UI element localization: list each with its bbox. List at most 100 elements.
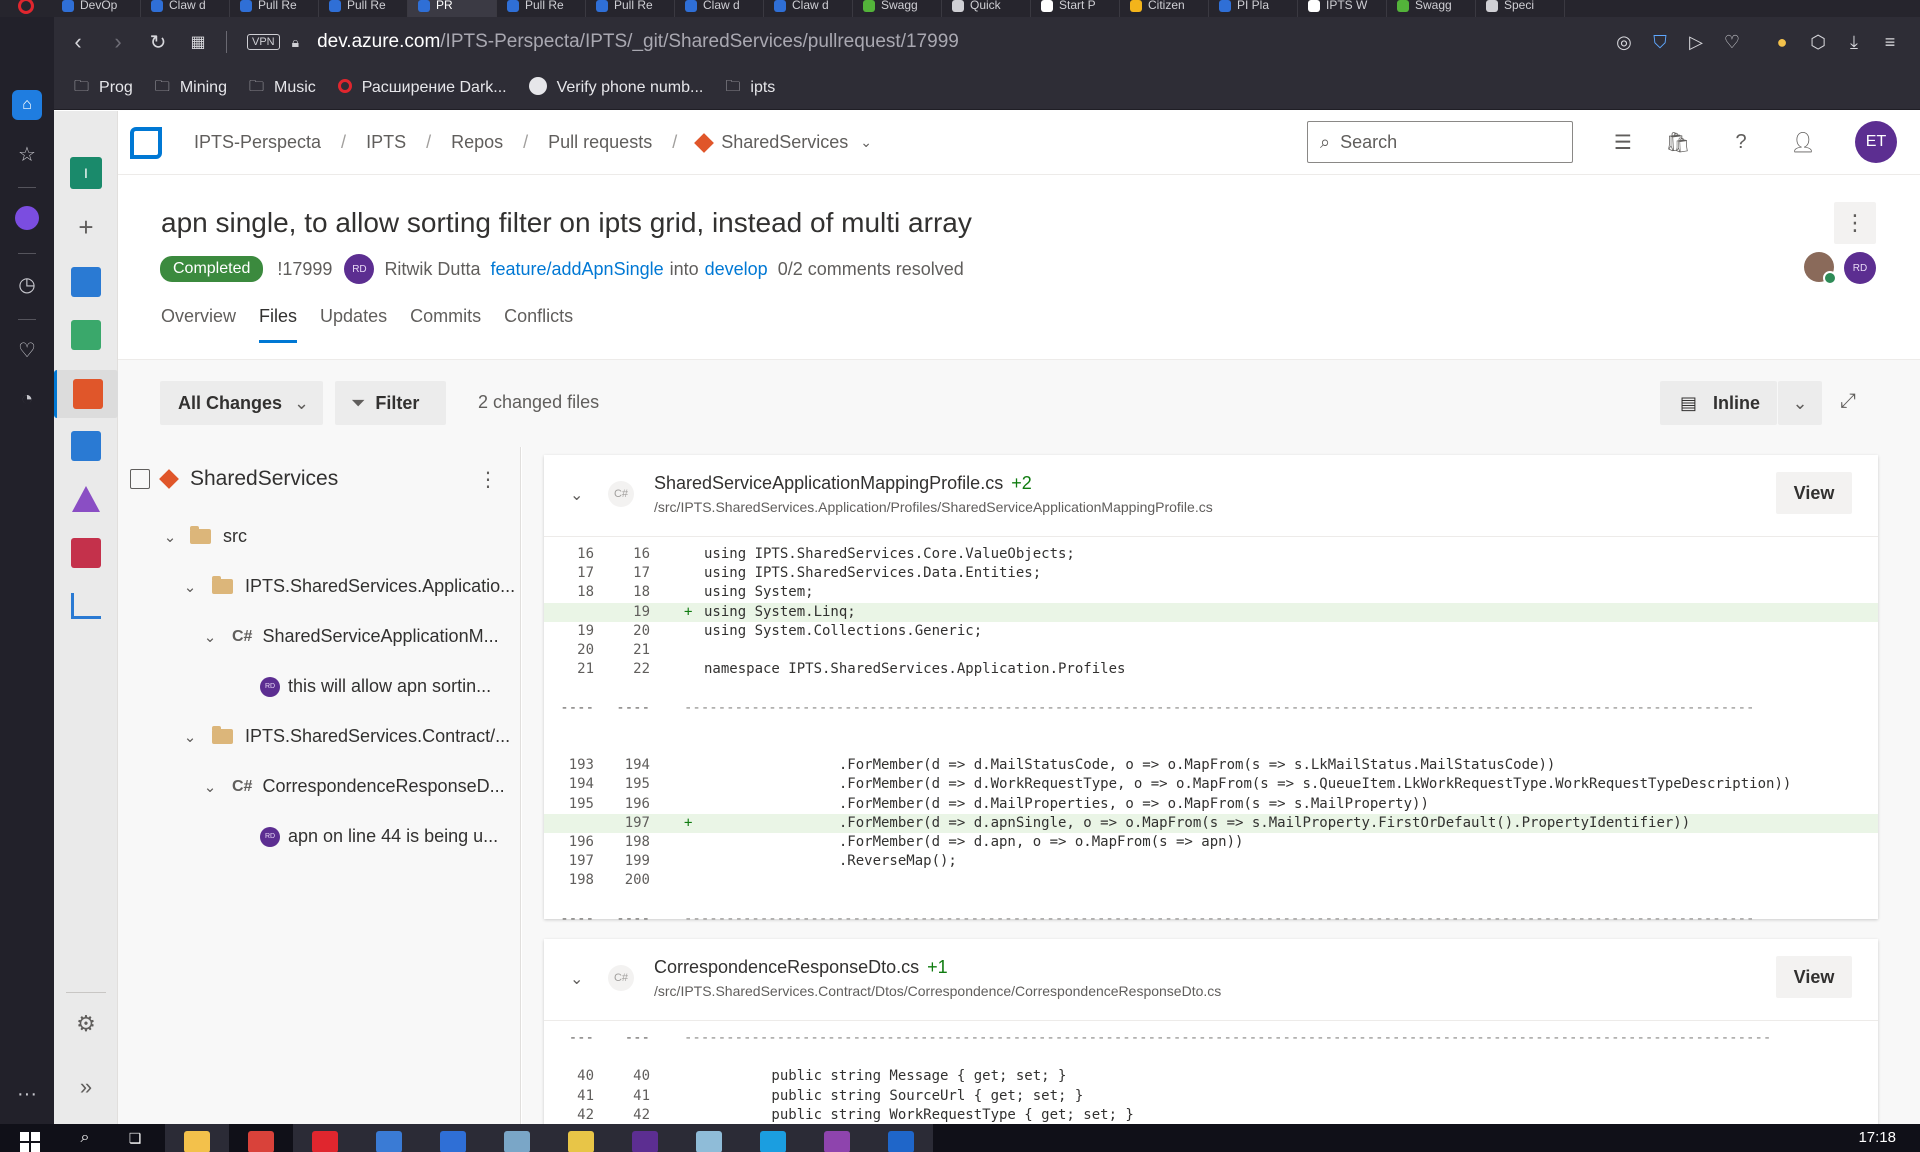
- tree-file-mapping-profile[interactable]: ⌄ C# SharedServiceApplicationM...: [200, 626, 499, 647]
- notepad-icon[interactable]: [485, 1124, 549, 1152]
- diff-line[interactable]: 20 21: [544, 641, 1878, 660]
- diff-line[interactable]: 17 17 using IPTS.SharedServices.Data.Entit…: [544, 564, 1878, 583]
- browser-tab[interactable]: Pull Re: [586, 0, 675, 17]
- tree-root[interactable]: SharedServices: [130, 467, 338, 491]
- bulb-icon[interactable]: ●: [1764, 25, 1800, 59]
- diff-line[interactable]: 196 198 .ForMember(d => d.apn, o => o.Map…: [544, 833, 1878, 852]
- file-name[interactable]: CorrespondenceResponseDto.cs +1: [654, 957, 948, 978]
- browser-tab[interactable]: Citizen: [1120, 0, 1209, 17]
- chrome-icon[interactable]: [229, 1124, 293, 1152]
- diff-line[interactable]: 195 196 .ForMember(d => d.MailProperties,…: [544, 795, 1878, 814]
- chevron-down-icon[interactable]: ⌄: [860, 134, 872, 151]
- outlook-icon[interactable]: [421, 1124, 485, 1152]
- file-explorer-icon[interactable]: [165, 1124, 229, 1152]
- forward-icon[interactable]: ›: [98, 22, 138, 62]
- diff-line[interactable]: 18 18 using System;: [544, 583, 1878, 602]
- visual-studio-icon[interactable]: [805, 1124, 869, 1152]
- diff-line-added[interactable]: 197 + .ForMember(d => d.apnSingle, o => o…: [544, 813, 1878, 833]
- tree-file-correspondence-dto[interactable]: ⌄ C# CorrespondenceResponseD...: [200, 776, 505, 797]
- bookmark-item[interactable]: Расширение Dark...: [337, 79, 507, 97]
- app2-icon[interactable]: [869, 1124, 933, 1152]
- breadcrumb-repos[interactable]: Repos: [451, 132, 503, 153]
- target-branch-link[interactable]: develop: [705, 259, 768, 280]
- diff-line[interactable]: 198 200: [544, 871, 1878, 890]
- search-icon[interactable]: ⌕: [60, 1124, 110, 1152]
- browser-tab[interactable]: Quick: [942, 0, 1031, 17]
- diff-line[interactable]: 197 199 .ReverseMap();: [544, 852, 1878, 871]
- browser-tab[interactable]: Claw d: [141, 0, 230, 17]
- vpn-badge[interactable]: VPN: [247, 34, 280, 50]
- diff-line[interactable]: ----------------------------------------…: [544, 1029, 1878, 1048]
- reviewer-avatar[interactable]: [1804, 252, 1837, 285]
- tree-folder-contract[interactable]: ⌄ IPTS.SharedServices.Contract/...: [180, 726, 510, 747]
- tab-updates[interactable]: Updates: [320, 306, 387, 343]
- diff-line[interactable]: 19 20 using System.Collections.Generic;: [544, 622, 1878, 641]
- browser-tab[interactable]: IPTS W: [1298, 0, 1387, 17]
- heart-icon[interactable]: ♡: [1714, 25, 1750, 59]
- file-name[interactable]: SharedServiceApplicationMappingProfile.c…: [654, 473, 1032, 494]
- diff-line[interactable]: [544, 737, 1878, 756]
- chevron-down-icon[interactable]: ⌄: [570, 969, 583, 989]
- comments-status[interactable]: 0/2 comments resolved: [778, 259, 964, 280]
- download-icon[interactable]: ⤓: [1836, 25, 1872, 59]
- browser-tab[interactable]: PR: [408, 0, 497, 17]
- add-icon[interactable]: +: [68, 209, 104, 245]
- diff-line[interactable]: 193 194 .ForMember(d => d.MailStatusCode,…: [544, 756, 1878, 775]
- view-file-button[interactable]: View: [1776, 956, 1852, 998]
- view-file-button[interactable]: View: [1776, 472, 1852, 514]
- author-avatar[interactable]: RD: [344, 254, 375, 284]
- skype-icon[interactable]: [741, 1124, 805, 1152]
- cube-icon[interactable]: ⬡: [1800, 25, 1836, 59]
- camera-icon[interactable]: ◎: [1606, 25, 1642, 59]
- tab-commits[interactable]: Commits: [410, 306, 481, 343]
- filter-button[interactable]: ⏷ Filter: [335, 381, 446, 425]
- diff-line[interactable]: 41 41 public string SourceUrl { get; set;…: [544, 1087, 1878, 1106]
- diff-line[interactable]: 194 195 .ForMember(d => d.WorkRequestType…: [544, 775, 1878, 794]
- sticky-icon[interactable]: [549, 1124, 613, 1152]
- search-input[interactable]: ⌕ Search: [1307, 121, 1573, 163]
- player-icon[interactable]: ◷: [12, 269, 42, 299]
- diff-line[interactable]: 16 16 using IPTS.SharedServices.Core.Value…: [544, 545, 1878, 564]
- artifacts-icon[interactable]: [68, 535, 104, 571]
- avatar[interactable]: ET: [1855, 121, 1897, 163]
- diff-line[interactable]: 42 42 public string WorkRequestType { get…: [544, 1106, 1878, 1124]
- marketplace-bag-icon[interactable]: 🛍︎: [1663, 127, 1693, 157]
- settings-gear-icon[interactable]: ⚙: [68, 1006, 104, 1042]
- back-icon[interactable]: ‹: [58, 22, 98, 62]
- diff-line[interactable]: [544, 679, 1878, 698]
- inline-view-button[interactable]: ▤ Inline: [1660, 381, 1777, 425]
- lock-icon[interactable]: 🔒︎: [292, 34, 299, 51]
- pr-author[interactable]: Ritwik Dutta: [384, 259, 480, 280]
- bookmark-item[interactable]: 🗀 Music: [249, 76, 316, 101]
- app-icon[interactable]: [357, 1124, 421, 1152]
- diff-line[interactable]: [544, 718, 1878, 737]
- home-icon[interactable]: ⌂: [12, 90, 42, 120]
- shield-icon[interactable]: ⛉: [1642, 25, 1678, 59]
- tab-overview[interactable]: Overview: [161, 306, 236, 343]
- pencil-icon[interactable]: [677, 1124, 741, 1152]
- messenger-icon[interactable]: [12, 203, 42, 233]
- browser-tab[interactable]: PI Pla: [1209, 0, 1298, 17]
- breadcrumb-project[interactable]: IPTS: [366, 132, 406, 153]
- diff-line[interactable]: ----------------------------------------…: [544, 699, 1878, 718]
- history-icon[interactable]: ◔: [12, 384, 42, 414]
- browser-tab[interactable]: Pull Re: [497, 0, 586, 17]
- tree-more-icon[interactable]: ⋮: [478, 467, 498, 492]
- user-settings-icon[interactable]: 👤︎: [1788, 127, 1818, 157]
- bookmark-item[interactable]: 🗀 Prog: [74, 76, 133, 101]
- reviewer-avatar[interactable]: RD: [1844, 252, 1876, 284]
- breadcrumb-org[interactable]: IPTS-Perspecta: [194, 132, 321, 153]
- url-field[interactable]: dev.azure.com/IPTS-Perspecta/IPTS/_git/S…: [317, 31, 959, 53]
- overview-icon[interactable]: [68, 264, 104, 300]
- star-icon[interactable]: ☆: [12, 139, 42, 169]
- help-icon[interactable]: ?: [1726, 127, 1756, 157]
- browser-tab[interactable]: Speci: [1476, 0, 1565, 17]
- tab-files[interactable]: Files: [259, 306, 298, 343]
- task-view-icon[interactable]: ❏: [110, 1124, 160, 1152]
- windows-start-icon[interactable]: [0, 1124, 60, 1152]
- more-icon[interactable]: ···: [12, 1079, 42, 1109]
- collapse-icon[interactable]: »: [68, 1069, 104, 1105]
- terminal-icon[interactable]: [613, 1124, 677, 1152]
- diff-line[interactable]: 40 40 public string Message { get; set; }: [544, 1067, 1878, 1086]
- source-branch-link[interactable]: feature/addApnSingle: [490, 259, 663, 280]
